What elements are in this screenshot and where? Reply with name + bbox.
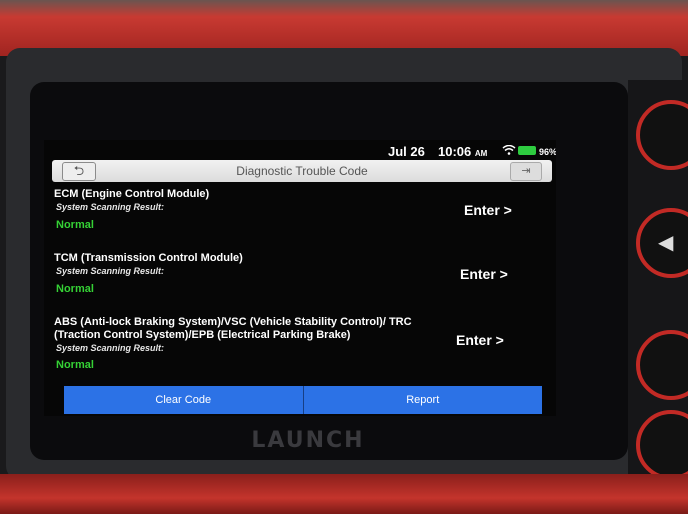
module-row-tcm: TCM (Transmission Control Module) System… — [44, 250, 556, 312]
scan-label: System Scanning Result: — [56, 343, 165, 353]
side-button-4[interactable] — [636, 410, 688, 480]
status-bar: Jul 26 10:06 AM 96% — [44, 140, 556, 160]
module-name: ECM (Engine Control Module) — [54, 188, 210, 200]
side-button-left[interactable]: ◀ — [636, 208, 688, 278]
device-frame-bottom — [0, 474, 688, 514]
scan-result: Normal — [56, 219, 94, 231]
battery-percent: 96% — [539, 147, 556, 157]
brand-logo: LAUNCH — [251, 428, 365, 453]
battery-icon — [518, 146, 536, 155]
side-button-3[interactable] — [636, 330, 688, 400]
bottom-action-bar: Clear Code Report — [64, 386, 542, 414]
device-side-panel: ◀ — [628, 80, 688, 480]
module-row-abs: ABS (Anti-lock Braking System)/VSC (Vehi… — [44, 312, 556, 376]
title-bar: ⮌ Diagnostic Trouble Code ⇥ — [52, 160, 552, 182]
left-arrow-icon: ◀ — [658, 232, 674, 254]
side-button-1[interactable] — [636, 100, 688, 170]
page-title: Diagnostic Trouble Code — [236, 164, 368, 178]
scan-result: Normal — [56, 283, 94, 295]
enter-button-tcm[interactable]: Enter > — [460, 266, 508, 282]
enter-button-abs[interactable]: Enter > — [456, 332, 504, 348]
scan-label: System Scanning Result: — [56, 202, 165, 212]
clear-code-button[interactable]: Clear Code — [64, 386, 303, 414]
status-date: Jul 26 — [388, 144, 425, 159]
scan-result: Normal — [56, 359, 94, 371]
module-name: ABS (Anti-lock Braking System)/VSC (Vehi… — [54, 316, 412, 341]
enter-button-ecm[interactable]: Enter > — [464, 202, 512, 218]
exit-button[interactable]: ⇥ — [510, 162, 542, 181]
device-screen: Jul 26 10:06 AM 96% ⮌ Diagnostic Trouble… — [44, 140, 556, 416]
scan-label: System Scanning Result: — [56, 266, 165, 276]
status-time: 10:06 AM — [438, 144, 488, 159]
module-row-ecm: ECM (Engine Control Module) System Scann… — [44, 188, 556, 250]
module-name: TCM (Transmission Control Module) — [54, 252, 243, 264]
wifi-icon — [502, 145, 516, 155]
exit-icon: ⇥ — [521, 165, 531, 177]
report-button[interactable]: Report — [302, 386, 542, 414]
module-list: ECM (Engine Control Module) System Scann… — [44, 188, 556, 376]
